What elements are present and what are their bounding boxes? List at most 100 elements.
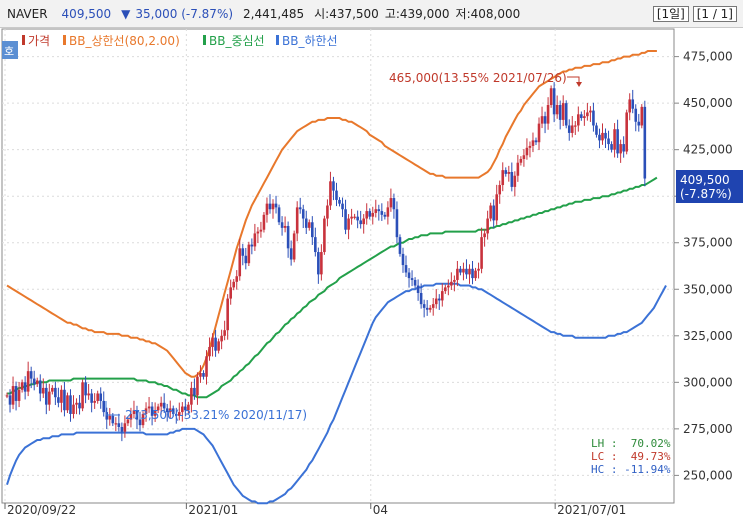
stat-lh: LH : 70.02%	[591, 437, 671, 450]
high-annotation: 465,000(13.55% 2021/07/26)	[389, 71, 582, 87]
candle-body	[419, 292, 423, 305]
candle-body	[567, 125, 571, 133]
candle-body	[57, 397, 60, 403]
candle-body	[564, 103, 568, 126]
candle-body	[41, 387, 45, 394]
candle-body	[398, 237, 402, 254]
candle-body	[474, 270, 477, 279]
candle-body	[5, 395, 9, 397]
candle-body	[232, 281, 236, 288]
candle-body	[573, 125, 577, 127]
candle-body	[570, 125, 574, 133]
candle-body	[501, 170, 505, 186]
candle-body	[259, 229, 263, 232]
high-price: 고:439,000	[384, 7, 450, 21]
legend-item-mid[interactable]: BB_중심선	[209, 34, 265, 48]
candle-body	[350, 216, 353, 219]
candle-body	[96, 393, 99, 401]
candle-body	[640, 106, 644, 126]
candle-body	[235, 276, 239, 282]
candle-body	[11, 386, 15, 405]
y-tick-label: 300,000	[683, 375, 733, 389]
candle-body	[211, 337, 214, 347]
candle-body	[404, 265, 408, 273]
candle-body	[428, 307, 432, 310]
legend-swatch-lower	[276, 35, 279, 45]
candle-body	[413, 279, 417, 286]
candle-body	[613, 129, 616, 150]
candle-body	[625, 112, 628, 152]
candle-body	[522, 155, 526, 159]
legend-item-upper[interactable]: BB_상한선(80,2.00)	[69, 34, 180, 48]
candle-body	[193, 387, 196, 396]
candle-body	[335, 190, 338, 200]
candle-body	[592, 110, 595, 126]
candle-body	[507, 172, 511, 174]
candle-body	[401, 253, 405, 266]
stat-lc: LC : 49.73%	[591, 450, 671, 463]
candle-body	[262, 214, 266, 230]
candle-body	[637, 121, 641, 126]
candle-body	[543, 116, 547, 124]
candle-body	[20, 382, 24, 390]
candle-body	[280, 222, 284, 228]
candle-body	[60, 389, 63, 403]
candle-body	[323, 218, 326, 253]
candle-body	[583, 116, 586, 119]
down-arrow-icon: ▼	[121, 6, 131, 21]
candle-body	[634, 108, 638, 122]
candle-body	[558, 105, 562, 120]
candle-body	[525, 147, 529, 156]
current-price-box: 409,500 (-7.87%)	[676, 170, 743, 203]
candle-body	[607, 138, 610, 145]
candle-body	[329, 181, 332, 206]
legend-item-price[interactable]: 가격	[28, 34, 50, 48]
candle-body	[253, 233, 257, 247]
candle-body	[365, 211, 369, 219]
high-annotation-label: 465,000(13.55% 2021/07/26)	[389, 71, 567, 85]
candle-body	[528, 145, 532, 148]
candle-body	[589, 110, 592, 113]
candle-body	[610, 144, 613, 150]
candle-body	[510, 172, 514, 187]
candle-body	[311, 222, 314, 238]
chart-area: 250,000 275,000 300,000 325,000 350,000 375,0…	[0, 27, 743, 517]
current-price: 409,500	[61, 6, 112, 21]
candle-body	[386, 207, 390, 217]
candle-body	[274, 203, 278, 208]
candle-body	[513, 175, 517, 187]
y-tick-label: 450,000	[683, 96, 733, 110]
candle-body	[540, 116, 544, 124]
candle-body	[495, 194, 498, 221]
candle-body	[447, 285, 450, 288]
x-tick-label: 04	[373, 503, 388, 517]
candle-body	[341, 203, 344, 210]
candle-body	[190, 387, 193, 405]
candle-body	[459, 268, 462, 273]
candle-body	[250, 244, 254, 247]
low-price: 저:408,000	[455, 7, 521, 21]
candle-body	[549, 88, 553, 106]
period-button[interactable]: [1일]	[652, 6, 689, 22]
candle-body	[229, 287, 232, 299]
candle-body	[202, 373, 205, 377]
candle-body	[604, 132, 607, 139]
candle-body	[196, 376, 199, 396]
page-indicator[interactable]: [1 / 1]	[692, 6, 737, 22]
candle-body	[38, 380, 42, 394]
candle-body	[75, 402, 78, 405]
legend-item-lower[interactable]: BB_하한선	[282, 34, 338, 48]
candle-body	[214, 337, 217, 351]
candle-body	[468, 268, 471, 275]
candle-body	[598, 134, 601, 141]
candle-body	[555, 105, 559, 115]
open-price: 시:437,500	[314, 7, 379, 21]
candle-body	[99, 393, 103, 401]
candle-body	[51, 387, 54, 392]
candle-body	[102, 400, 106, 413]
candle-body	[208, 346, 211, 357]
candle-body	[561, 103, 565, 120]
candle-body	[643, 106, 647, 179]
candle-body	[286, 225, 290, 249]
candle-body	[483, 233, 486, 238]
